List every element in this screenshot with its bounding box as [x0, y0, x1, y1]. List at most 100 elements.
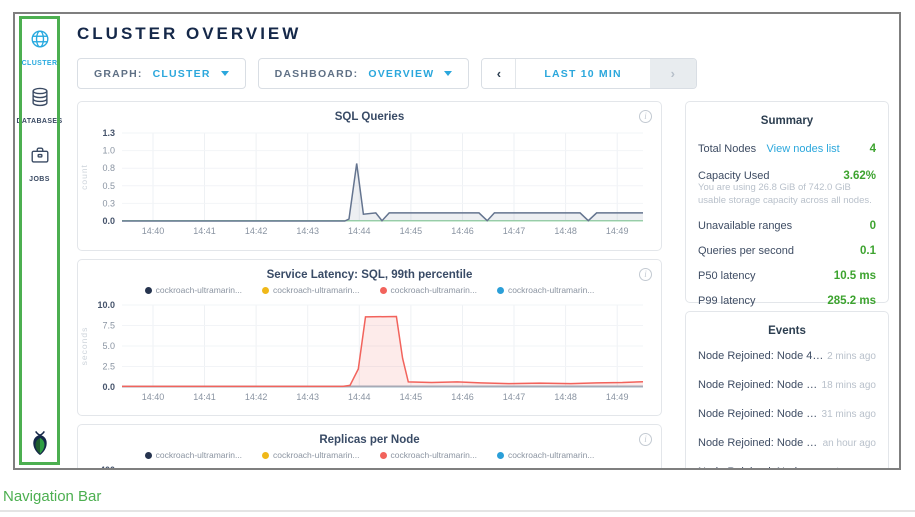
sidebar-item-label: DATABASES: [16, 118, 62, 125]
svg-text:14:48: 14:48: [554, 392, 577, 402]
event-row: Node Rejoined: Node 1 rej... an hour ago: [698, 428, 876, 457]
sidebar-item-databases[interactable]: DATABASES: [15, 86, 64, 125]
legend-dot: [262, 287, 269, 294]
svg-text:7.5: 7.5: [102, 321, 115, 331]
graph-dropdown[interactable]: GRAPH: CLUSTER: [77, 58, 246, 89]
nav-items: CLUSTER DATABASES: [15, 14, 64, 202]
svg-text:0.0: 0.0: [102, 216, 115, 226]
summary-title: Summary: [698, 102, 876, 131]
legend-item[interactable]: cockroach-ultramarin...: [262, 285, 359, 295]
dashboard-dropdown-label: DASHBOARD:: [275, 68, 359, 80]
legend-dot: [497, 287, 504, 294]
summary-label: Unavailable ranges: [698, 220, 792, 232]
legend-dot: [497, 452, 504, 459]
legend-item[interactable]: cockroach-ultramarin...: [145, 285, 242, 295]
event-time: an hour ago: [823, 438, 876, 449]
view-nodes-list-link[interactable]: View nodes list: [767, 143, 840, 155]
service-latency-chart-panel: Service Latency: SQL, 99th percentile i …: [77, 259, 662, 416]
summary-value: 4: [870, 143, 876, 155]
summary-row-p99: P99 latency 285.2 ms: [698, 287, 876, 312]
legend-item[interactable]: cockroach-ultramarin...: [380, 450, 477, 460]
legend-dot: [380, 287, 387, 294]
svg-text:14:45: 14:45: [400, 392, 423, 402]
summary-value: 285.2 ms: [827, 295, 876, 307]
svg-text:1.0: 1.0: [102, 146, 115, 156]
svg-text:0.3: 0.3: [102, 198, 115, 208]
dashboard-dropdown[interactable]: DASHBOARD: OVERVIEW: [258, 58, 470, 89]
graph-dropdown-value: CLUSTER: [153, 68, 211, 80]
summary-row-p50: P50 latency 10.5 ms: [698, 262, 876, 287]
summary-value: 3.62%: [843, 170, 876, 182]
svg-text:5.0: 5.0: [102, 341, 115, 351]
replicas-per-node-chart[interactable]: 14:4014:4114:4214:4314:4414:4514:4614:47…: [78, 462, 659, 468]
event-row: Node Rejoined: Node 2 rej... 31 mins ago: [698, 399, 876, 428]
event-text: Node Rejoined: Node 2 rej...: [698, 408, 822, 420]
event-row: Node Rejoined: Node 3 rej... 18 mins ago: [698, 370, 876, 399]
info-icon[interactable]: i: [639, 110, 652, 123]
info-icon[interactable]: i: [639, 433, 652, 446]
legend-item[interactable]: cockroach-ultramarin...: [497, 450, 594, 460]
event-row: Node Rejoined: Node 4 rej... an hour ago: [698, 457, 876, 468]
time-range-value[interactable]: LAST 10 MIN: [516, 59, 649, 88]
sidebar-item-cluster[interactable]: CLUSTER: [15, 28, 64, 67]
capacity-description: You are using 26.8 GiB of 742.0 GiB usab…: [698, 182, 876, 212]
svg-text:400: 400: [100, 465, 115, 468]
summary-label: Total Nodes: [698, 143, 756, 155]
summary-label: Queries per second: [698, 245, 794, 257]
svg-text:14:44: 14:44: [348, 392, 371, 402]
replicas-per-node-chart-panel: Replicas per Node i cockroach-ultramarin…: [77, 424, 662, 468]
legend-item[interactable]: cockroach-ultramarin...: [145, 450, 242, 460]
service-latency-chart[interactable]: 14:4014:4114:4214:4314:4414:4514:4614:47…: [78, 297, 659, 405]
chart-legend: cockroach-ultramarin... cockroach-ultrama…: [78, 450, 661, 460]
svg-text:14:47: 14:47: [503, 226, 526, 236]
svg-text:1.3: 1.3: [102, 128, 115, 138]
sql-queries-chart[interactable]: 14:4014:4114:4214:4314:4414:4514:4614:47…: [78, 125, 659, 239]
sidebar-item-jobs[interactable]: JOBS: [15, 144, 64, 183]
svg-text:14:46: 14:46: [451, 392, 474, 402]
svg-text:14:44: 14:44: [348, 226, 371, 236]
svg-text:14:45: 14:45: [400, 226, 423, 236]
cockroachdb-logo[interactable]: [15, 430, 64, 459]
legend-item[interactable]: cockroach-ultramarin...: [380, 285, 477, 295]
content-row: SQL Queries i 14:4014:4114:4214:4314:441…: [77, 101, 889, 468]
svg-text:14:48: 14:48: [554, 226, 577, 236]
event-text: Node Rejoined: Node 4 rej...: [698, 350, 826, 362]
dashboard-dropdown-value: OVERVIEW: [368, 68, 434, 80]
svg-text:14:42: 14:42: [245, 392, 268, 402]
time-range-selector: ‹ LAST 10 MIN ›: [481, 58, 696, 89]
svg-text:14:46: 14:46: [451, 226, 474, 236]
legend-item[interactable]: cockroach-ultramarin...: [497, 285, 594, 295]
summary-value: 0.1: [860, 245, 876, 257]
chevron-down-icon: [221, 71, 229, 76]
summary-value: 10.5 ms: [834, 270, 876, 282]
svg-text:0.5: 0.5: [102, 181, 115, 191]
svg-text:count: count: [79, 164, 89, 190]
sidebar-item-label: CLUSTER: [22, 60, 58, 67]
svg-text:14:49: 14:49: [606, 392, 629, 402]
chevron-down-icon: [444, 71, 452, 76]
event-text: Node Rejoined: Node 1 rej...: [698, 437, 823, 449]
time-next-button[interactable]: ›: [650, 59, 696, 88]
svg-text:14:40: 14:40: [142, 392, 165, 402]
charts-column: SQL Queries i 14:4014:4114:4214:4314:441…: [77, 101, 662, 468]
time-prev-button[interactable]: ‹: [482, 59, 516, 88]
legend-item[interactable]: cockroach-ultramarin...: [262, 450, 359, 460]
sql-queries-chart-panel: SQL Queries i 14:4014:4114:4214:4314:441…: [77, 101, 662, 251]
svg-text:14:40: 14:40: [142, 226, 165, 236]
event-text: Node Rejoined: Node 3 rej...: [698, 379, 822, 391]
database-icon: [29, 86, 51, 113]
chart-legend: cockroach-ultramarin... cockroach-ultrama…: [78, 285, 661, 295]
chart-title: Replicas per Node: [78, 425, 661, 446]
events-title: Events: [698, 312, 876, 341]
svg-text:seconds: seconds: [79, 327, 89, 366]
summary-row-unavailable-ranges: Unavailable ranges 0: [698, 212, 876, 237]
svg-text:0.8: 0.8: [102, 163, 115, 173]
summary-panel: Summary Total Nodes View nodes list 4 Ca…: [685, 101, 889, 303]
page-title: CLUSTER OVERVIEW: [77, 24, 889, 44]
svg-text:14:41: 14:41: [193, 392, 216, 402]
navigation-bar-caption: Navigation Bar: [3, 488, 101, 505]
briefcase-icon: [29, 144, 51, 171]
info-icon[interactable]: i: [639, 268, 652, 281]
toolbar: GRAPH: CLUSTER DASHBOARD: OVERVIEW ‹ LAS…: [77, 58, 889, 89]
legend-dot: [380, 452, 387, 459]
